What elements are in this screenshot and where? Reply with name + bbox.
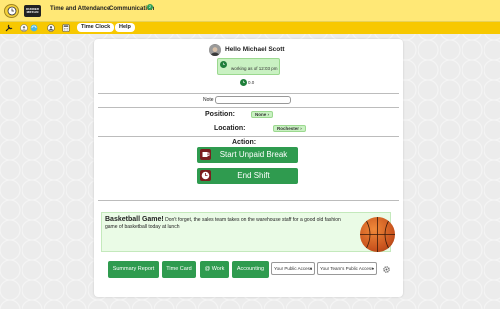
clock-logo-icon: [7, 6, 16, 16]
gear-icon[interactable]: [382, 261, 391, 273]
calculator-icon[interactable]: [62, 24, 70, 32]
chevron-down-icon: ▾: [309, 266, 312, 271]
company-logo[interactable]: [4, 4, 19, 18]
time-card-button[interactable]: Time Card: [162, 261, 196, 278]
divider: [98, 200, 399, 201]
note-label: Note: [203, 97, 214, 103]
divider: [98, 107, 399, 108]
time-clock-button[interactable]: Time Clock: [77, 23, 115, 32]
time-clock-card: Hello Michael Scott working as of 12:03 …: [94, 39, 403, 297]
help-button[interactable]: Help: [115, 23, 135, 32]
announcement-panel: Basketball Game! Don't forget, the sales…: [101, 212, 395, 252]
at-work-button[interactable]: @ Work: [200, 261, 229, 278]
work-status-text: working as of 12:03 pm: [231, 66, 278, 71]
public-access-value: Your Public Access: [274, 266, 313, 271]
public-access-select[interactable]: Your Public Access ▾: [271, 262, 315, 275]
summary-report-button[interactable]: Summary Report: [108, 261, 159, 278]
nav-time-and-attendance[interactable]: Time and Attendance: [50, 6, 110, 12]
wrench-icon[interactable]: [5, 24, 13, 32]
divider: [98, 136, 399, 137]
work-status-badge: working as of 12:03 pm: [217, 58, 280, 75]
communication-badge: 2: [147, 4, 153, 10]
end-shift-label: End Shift: [237, 171, 270, 180]
location-label: Location:: [214, 125, 246, 132]
hours-clock-icon: [240, 79, 247, 86]
start-unpaid-break-label: Start Unpaid Break: [219, 150, 288, 159]
location-selector[interactable]: Rochester ›: [273, 125, 306, 132]
note-input[interactable]: [215, 96, 291, 104]
announcement-text-block: Basketball Game! Don't forget, the sales…: [105, 216, 351, 231]
user-greeting: Hello Michael Scott: [225, 46, 285, 53]
hours-value: 0.0: [248, 80, 255, 85]
top-navigation-bar: DUNDER MIFFLIN Time and Attendance Commu…: [0, 0, 500, 22]
action-label: Action:: [232, 139, 257, 146]
avatar-icon[interactable]: [20, 24, 28, 32]
basketball-image: [360, 217, 395, 252]
toolbar: Time Clock Help: [0, 22, 500, 34]
clock-icon: [220, 61, 227, 68]
start-unpaid-break-button[interactable]: Start Unpaid Break: [197, 147, 298, 163]
user-avatar: [209, 44, 221, 56]
logo-text: DUNDER MIFFLIN: [26, 7, 39, 14]
team-public-access-select[interactable]: Your Team's Public Access ▾: [317, 262, 377, 275]
end-shift-button[interactable]: End Shift: [197, 168, 298, 184]
dunder-mifflin-logo[interactable]: DUNDER MIFFLIN: [24, 5, 41, 17]
position-value: None: [255, 112, 267, 117]
divider: [98, 93, 399, 94]
team-public-access-value: Your Team's Public Access: [320, 266, 374, 271]
position-selector[interactable]: None ›: [251, 111, 273, 118]
position-label: Position:: [205, 111, 235, 118]
people-icon[interactable]: [47, 24, 55, 32]
announcement-title: Basketball Game!: [105, 216, 164, 223]
accounting-button[interactable]: Accounting: [232, 261, 269, 278]
location-value: Rochester: [277, 126, 300, 131]
chevron-down-icon: ▾: [371, 266, 374, 271]
sync-icon[interactable]: [30, 24, 38, 32]
